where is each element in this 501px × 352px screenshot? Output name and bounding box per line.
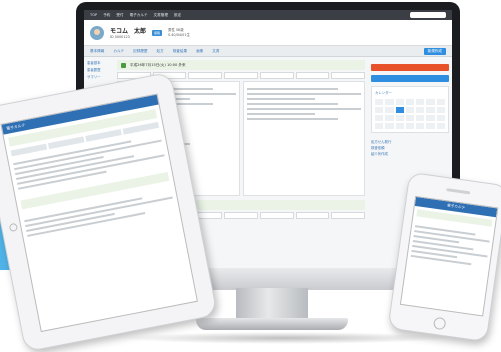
monitor-stand-neck <box>236 288 308 322</box>
nav-item-reception[interactable]: 受付 <box>116 13 123 18</box>
device-shadow <box>120 332 450 344</box>
calendar-day[interactable] <box>436 99 445 105</box>
toolbar-button[interactable] <box>259 72 294 79</box>
left-menu-item-summary[interactable]: サマリー <box>87 74 111 81</box>
calendar-day[interactable] <box>416 107 425 113</box>
tab-documents[interactable]: 文書 <box>212 49 219 54</box>
calendar-day[interactable] <box>405 123 415 129</box>
avatar <box>90 25 104 40</box>
calendar-day[interactable] <box>436 115 445 121</box>
action-button-red[interactable] <box>371 64 449 71</box>
calendar-day[interactable] <box>375 115 384 121</box>
calendar-label: カレンダー <box>375 91 392 95</box>
calendar-day[interactable] <box>405 107 415 113</box>
nav-item-documents[interactable]: 文書管理 <box>154 13 168 18</box>
calendar-day[interactable] <box>395 123 404 129</box>
left-menu-item-basic[interactable]: 患者基本 <box>87 60 111 67</box>
search-input[interactable] <box>410 12 446 18</box>
calendar-day[interactable] <box>426 115 435 121</box>
toolbar-button[interactable] <box>224 72 258 79</box>
calendar-day[interactable] <box>426 107 435 113</box>
phone-home-button <box>432 316 447 331</box>
text-line <box>246 103 339 105</box>
action-button-blue[interactable] <box>371 75 449 82</box>
patient-name: モコム 太郎 <box>110 27 147 35</box>
insurance-badge: 保険 <box>152 29 163 36</box>
calendar-day[interactable] <box>385 99 394 105</box>
calendar-day[interactable] <box>416 99 425 105</box>
calendar-day[interactable] <box>385 115 394 121</box>
calendar-day[interactable] <box>385 107 394 113</box>
record-entry-header[interactable]: 平成26年7月15日(火) 10:00 外来 <box>117 60 365 70</box>
calendar-day-selected[interactable] <box>395 107 404 113</box>
phone-record-content <box>407 219 494 274</box>
nav-item-top[interactable]: TOP <box>90 13 97 17</box>
nav-item-reservation[interactable]: 予約 <box>103 13 110 18</box>
patient-birthdate: S.40/04/01生 <box>168 32 190 37</box>
record-date: 平成26年7月15日(火) 10:00 外来 <box>130 62 186 67</box>
patient-header: モコム 太郎 ID 0000123 保険 男性 58歳 S.40/04/01生 <box>84 20 452 46</box>
tab-chart[interactable]: カルテ <box>113 49 124 54</box>
left-menu-item-history[interactable]: 患者履歴 <box>87 67 111 74</box>
calendar-day[interactable] <box>375 99 384 105</box>
prescription-column[interactable] <box>242 81 365 196</box>
side-link-referral[interactable]: 紹介状作成 <box>371 151 449 157</box>
calendar-day[interactable] <box>436 123 445 129</box>
nav-item-settings[interactable]: 設定 <box>174 13 181 18</box>
text-line <box>246 108 361 110</box>
calendar-day[interactable] <box>375 123 384 129</box>
calendar-grid <box>375 99 445 129</box>
calendar-day[interactable] <box>405 115 415 121</box>
top-navigation-bar: TOP 予約 受付 電子カルテ 文書管理 設定 <box>84 10 452 20</box>
tab-basic-info[interactable]: 基本情報 <box>90 49 104 54</box>
calendar-day[interactable] <box>426 99 435 105</box>
calendar-day[interactable] <box>395 115 404 121</box>
patient-details: 男性 58歳 S.40/04/01生 <box>168 28 190 38</box>
toolbar-button[interactable] <box>331 212 366 219</box>
tablet-header-title: 電子カルテ <box>5 122 26 131</box>
text-line <box>246 118 339 120</box>
calendar-day[interactable] <box>416 115 425 121</box>
toolbar-button[interactable] <box>224 212 258 219</box>
phone-screen: 電子カルテ <box>399 195 499 317</box>
text-line <box>246 93 361 95</box>
tab-prescription[interactable]: 処方 <box>157 49 164 54</box>
tab-lab-results[interactable]: 検査結果 <box>173 49 187 54</box>
text-line <box>246 113 316 115</box>
text-line <box>246 88 339 90</box>
calendar-day[interactable] <box>375 107 384 113</box>
tab-images[interactable]: 画像 <box>196 49 203 54</box>
text-line <box>410 254 472 266</box>
toolbar-button[interactable] <box>188 72 223 79</box>
phone-header-title: 電子カルテ <box>446 203 466 210</box>
toolbar-button[interactable] <box>295 212 330 219</box>
new-record-button[interactable]: 新規作成 <box>423 47 446 55</box>
toolbar-button[interactable] <box>331 72 366 79</box>
calendar-day[interactable] <box>426 123 435 129</box>
tab-history[interactable]: 記録履歴 <box>133 49 147 54</box>
calendar-day[interactable] <box>395 99 404 105</box>
tablet-screen: 電子カルテ <box>0 93 198 333</box>
calendar-day[interactable] <box>416 123 425 129</box>
calendar: カレンダー <box>371 86 449 133</box>
text-line <box>246 98 316 100</box>
patient-name-block: モコム 太郎 ID 0000123 <box>110 26 146 40</box>
calendar-day[interactable] <box>385 123 394 129</box>
chart-tabs: 基本情報 カルテ 記録履歴 処方 検査結果 画像 文書 新規作成 <box>84 46 452 57</box>
side-links: 処方せん発行 検査依頼 紹介状作成 <box>371 139 449 157</box>
calendar-day[interactable] <box>405 99 415 105</box>
toolbar-button[interactable] <box>259 212 294 219</box>
record-icon <box>121 62 126 68</box>
calendar-day[interactable] <box>436 107 445 113</box>
tablet-home-button <box>8 222 19 233</box>
patient-id: ID 0000123 <box>110 34 130 39</box>
phone-speaker <box>446 188 471 195</box>
toolbar-button[interactable] <box>295 72 330 79</box>
monitor-stand-base <box>196 318 348 330</box>
nav-item-chart[interactable]: 電子カルテ <box>130 13 148 18</box>
